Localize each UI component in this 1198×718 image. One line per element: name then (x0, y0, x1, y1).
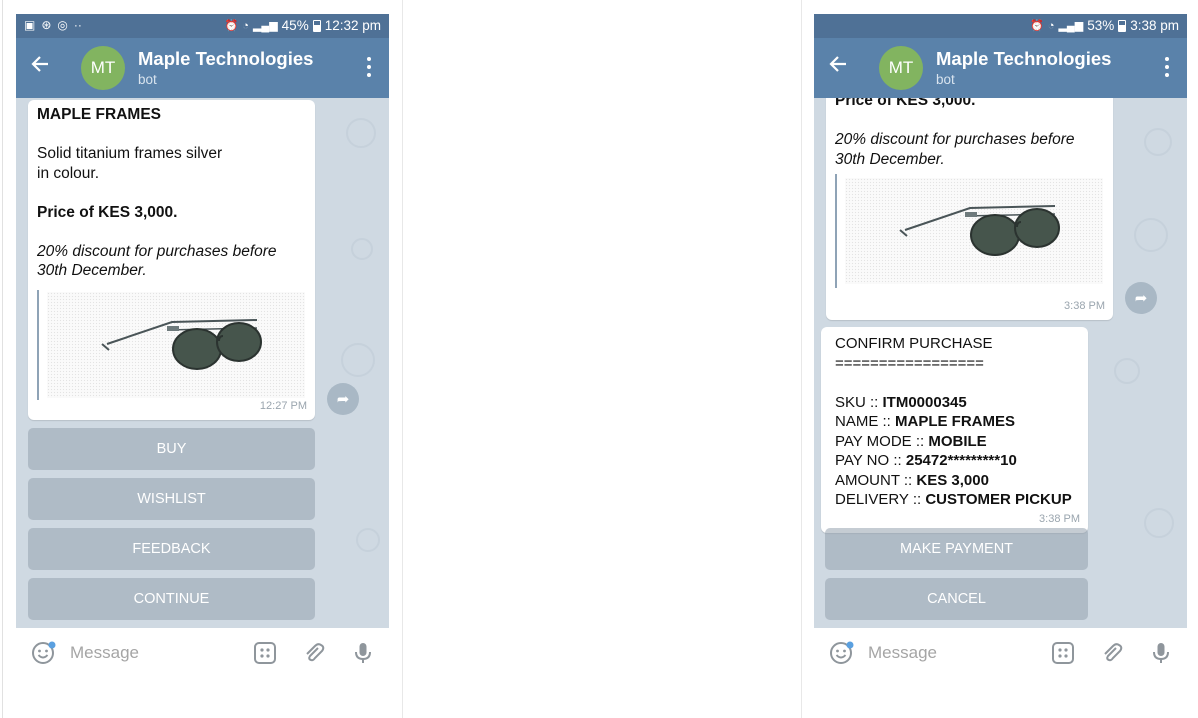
message-input-bar: Message (814, 628, 1187, 678)
wishlist-button[interactable]: WISHLIST (28, 478, 315, 520)
product-description-line2: in colour. (37, 164, 100, 182)
status-bar: ⏰ ◔ ▂▄▆ 53% 3:38 pm (814, 14, 1187, 38)
name-row: NAME :: MAPLE FRAMES (835, 413, 1016, 430)
message-time: 3:38 PM (1064, 299, 1105, 312)
share-icon[interactable]: ➦ (327, 383, 359, 415)
instagram-icon: ◎ (57, 18, 68, 32)
chat-header: MT Maple Technologies bot (16, 38, 389, 98)
battery-percent: 45% (281, 18, 309, 33)
attach-icon[interactable] (1100, 641, 1124, 665)
message-input-bar: Message (16, 628, 389, 678)
screen-bottom (814, 678, 1187, 718)
more-notifications-icon: ·· (73, 18, 82, 32)
wifi-icon: ◔ (1047, 19, 1055, 32)
product-message[interactable]: Price of KES 3,000. 20% discount for pur… (826, 98, 1113, 320)
continue-button[interactable]: CONTINUE (28, 578, 315, 620)
attach-icon[interactable] (302, 641, 326, 665)
status-time: 3:38 pm (1130, 18, 1179, 33)
more-options-icon[interactable] (367, 57, 371, 77)
wifi-icon: ◔ (242, 19, 249, 32)
chat-area[interactable]: MAPLE FRAMES Solid titanium frames silve… (16, 98, 389, 628)
gallery-icon: ▣ (24, 18, 36, 32)
notification-icons: ▣ ⊛ ◎ ·· (24, 18, 82, 32)
signal-icon: ▂▄▆ (252, 20, 278, 32)
more-options-icon[interactable] (1165, 57, 1169, 77)
avatar[interactable]: MT (879, 46, 923, 90)
back-arrow-icon[interactable] (30, 53, 50, 81)
product-price: Price of KES 3,000. (835, 98, 976, 109)
confirm-rule: ================= (835, 354, 984, 372)
phone-screen-confirm: ⏰ ◔ ▂▄▆ 53% 3:38 pm MT Maple Technologie… (814, 14, 1187, 718)
product-price: Price of KES 3,000. (37, 203, 178, 221)
bot-keyboard-icon[interactable] (1051, 641, 1075, 665)
confirm-purchase-message[interactable]: CONFIRM PURCHASE ================= SKU :… (821, 327, 1088, 533)
delivery-row: DELIVERY :: CUSTOMER PICKUP (835, 491, 1072, 508)
pane-divider-2 (801, 0, 802, 718)
pane-divider-1 (402, 0, 403, 718)
signal-icon: ▂▄▆ (1058, 20, 1084, 32)
chat-subtitle: bot (936, 72, 955, 87)
product-image[interactable] (47, 292, 305, 398)
discount-line1: 20% discount for purchases before (37, 242, 277, 260)
pay-no-row: PAY NO :: 25472*********10 (835, 452, 1017, 469)
cancel-button[interactable]: CANCEL (825, 578, 1088, 620)
message-time: 12:27 PM (259, 399, 307, 412)
discount-line2: 30th December. (835, 150, 945, 168)
avatar[interactable]: MT (81, 46, 125, 90)
chat-area[interactable]: Price of KES 3,000. 20% discount for pur… (814, 98, 1187, 628)
chat-header: MT Maple Technologies bot (814, 38, 1187, 98)
product-message[interactable]: MAPLE FRAMES Solid titanium frames silve… (28, 100, 315, 420)
link-preview[interactable] (37, 290, 309, 400)
pane-border-left (2, 0, 3, 718)
bot-keyboard-icon[interactable] (253, 641, 277, 665)
make-payment-button[interactable]: MAKE PAYMENT (825, 528, 1088, 570)
phone-screen-product: ▣ ⊛ ◎ ·· ⏰ ◔ ▂▄▆ 45% 12:32 pm MT Maple T… (16, 14, 389, 718)
battery-icon (312, 19, 321, 32)
alarm-icon: ⏰ (1030, 20, 1044, 32)
status-bar: ▣ ⊛ ◎ ·· ⏰ ◔ ▂▄▆ 45% 12:32 pm (16, 14, 389, 38)
buy-button[interactable]: BUY (28, 428, 315, 470)
product-image[interactable] (845, 178, 1103, 284)
pay-mode-row: PAY MODE :: MOBILE (835, 432, 987, 450)
battery-percent: 53% (1087, 18, 1115, 33)
link-preview[interactable] (835, 174, 1107, 288)
discount-line2: 30th December. (37, 262, 147, 279)
feedback-button[interactable]: FEEDBACK (28, 528, 315, 570)
chat-title[interactable]: Maple Technologies (138, 48, 313, 70)
sunglasses-icon (899, 205, 1060, 256)
product-title: MAPLE FRAMES (37, 106, 161, 123)
emoji-icon[interactable] (829, 640, 854, 664)
sunglasses-icon (101, 319, 262, 370)
alarm-icon: ⏰ (224, 20, 239, 32)
share-icon[interactable]: ➦ (1125, 282, 1157, 314)
microphone-icon[interactable] (1149, 641, 1173, 665)
message-time: 3:38 PM (1039, 512, 1080, 525)
confirm-title: CONFIRM PURCHASE (835, 335, 993, 352)
microphone-icon[interactable] (351, 641, 375, 665)
screen-bottom (16, 678, 389, 718)
message-input[interactable]: Message (868, 643, 937, 663)
chat-subtitle: bot (138, 72, 157, 87)
status-time: 12:32 pm (324, 18, 381, 33)
sync-icon: ⊛ (41, 18, 52, 32)
back-arrow-icon[interactable] (828, 53, 848, 81)
product-description-line1: Solid titanium frames silver (37, 145, 223, 162)
chat-title[interactable]: Maple Technologies (936, 48, 1111, 70)
emoji-icon[interactable] (31, 640, 56, 664)
message-input[interactable]: Message (70, 643, 139, 663)
discount-line1: 20% discount for purchases before (835, 131, 1075, 148)
sku-row: SKU :: ITM0000345 (835, 393, 967, 411)
amount-row: AMOUNT :: KES 3,000 (835, 471, 989, 489)
battery-icon (1118, 19, 1127, 32)
